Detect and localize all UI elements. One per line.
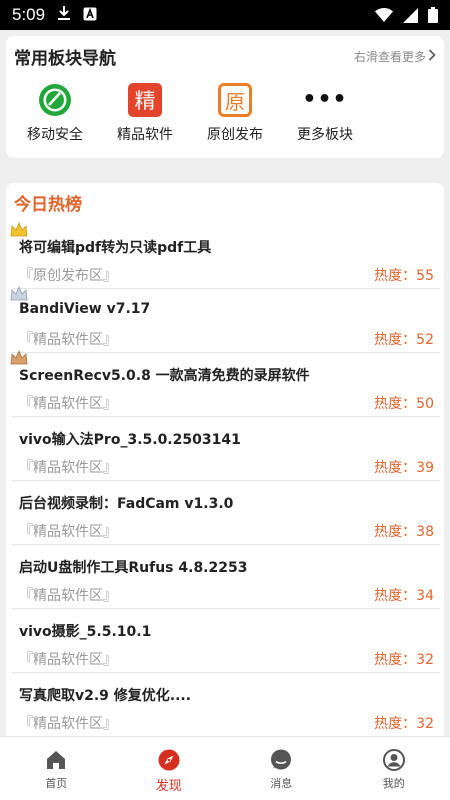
list-item-category: 『精品软件区』	[19, 396, 117, 412]
list-item-heat: 热度：50	[374, 396, 434, 412]
shield-icon	[37, 82, 73, 118]
status-time: 5:09	[12, 5, 46, 24]
more-dots-icon: •••	[302, 87, 348, 112]
wifi-icon	[375, 8, 393, 22]
jing-badge-icon-wrap: 精	[127, 82, 163, 118]
list-item-category: 『精品软件区』	[19, 716, 117, 732]
nav-title: 常用板块导航	[14, 48, 116, 69]
compass-icon	[158, 749, 180, 771]
tab-home[interactable]: 首页	[0, 737, 113, 800]
yuan-badge-icon: 原	[218, 83, 252, 117]
nav-item-premium-software[interactable]: 精 精品软件	[100, 82, 190, 144]
list-item-category: 『精品软件区』	[19, 332, 117, 348]
list-item[interactable]: 将可编辑pdf转为只读pdf工具 『原创发布区』 热度：55	[10, 221, 440, 289]
home-icon	[45, 749, 67, 771]
nav-item-label: 移动安全	[27, 127, 83, 143]
list-item-heat: 热度：38	[374, 524, 434, 540]
tab-label: 发现	[155, 779, 182, 794]
list-item-title: 将可编辑pdf转为只读pdf工具	[19, 240, 212, 256]
nav-items: 移动安全 精 精品软件 原 原创发布 ••• 更多板块	[6, 82, 444, 144]
list-item-title: vivo摄影_5.5.10.1	[19, 624, 152, 640]
swipe-more-label: 右滑查看更多	[353, 49, 426, 64]
section-nav-card: 常用板块导航 右滑查看更多 移动安全 精 精品软件 原 原创发布 ••• 更多板…	[6, 36, 444, 158]
signal-icon	[403, 7, 418, 23]
list-item-title: 写真爬取v2.9 修复优化....	[19, 688, 192, 704]
bronze-crown-icon	[10, 349, 28, 366]
nav-item-label: 精品软件	[117, 127, 173, 143]
more-dots-icon-wrap: •••	[302, 82, 346, 118]
list-item-heat: 热度：52	[374, 332, 434, 348]
list-item-category: 『精品软件区』	[19, 460, 117, 476]
yuan-badge-icon-wrap: 原	[217, 82, 253, 118]
nav-item-original-release[interactable]: 原 原创发布	[190, 82, 280, 144]
list-item[interactable]: vivo摄影_5.5.10.1 『精品软件区』 热度：32	[12, 609, 440, 673]
list-item-title: 启动U盘制作工具Rufus 4.8.2253	[19, 560, 248, 576]
chevron-right-icon	[428, 48, 436, 64]
list-item-heat: 热度：34	[374, 588, 434, 604]
list-item[interactable]: vivo输入法Pro_3.5.0.2503141 『精品软件区』 热度：39	[12, 417, 440, 481]
list-item-title: ScreenRecv5.0.8 一款高清免费的录屏软件	[19, 368, 310, 384]
nav-header: 常用板块导航 右滑查看更多	[6, 36, 444, 76]
bottom-nav: 首页 发现 消息 我的	[0, 736, 450, 800]
swipe-more-link[interactable]: 右滑查看更多	[354, 48, 436, 65]
list-item[interactable]: 后台视频录制：FadCam v1.3.0 『精品软件区』 热度：38	[12, 481, 440, 545]
gold-crown-icon	[10, 221, 28, 238]
tab-discover[interactable]: 发现	[113, 737, 226, 800]
chat-icon	[270, 749, 292, 771]
hot-list-card: 今日热榜 将可编辑pdf转为只读pdf工具 『原创发布区』 热度：55 Band…	[6, 183, 444, 743]
nav-item-mobile-security[interactable]: 移动安全	[10, 82, 100, 144]
jing-badge-icon: 精	[128, 83, 162, 117]
battery-icon	[428, 7, 438, 23]
download-icon	[57, 5, 71, 25]
list-item[interactable]: 写真爬取v2.9 修复优化.... 『精品软件区』 热度：32	[12, 673, 440, 737]
list-item-category: 『精品软件区』	[19, 524, 117, 540]
nav-item-label: 更多板块	[297, 127, 353, 143]
list-item[interactable]: ScreenRecv5.0.8 一款高清免费的录屏软件 『精品软件区』 热度：5…	[10, 349, 440, 417]
hot-list-title: 今日热榜	[14, 194, 82, 215]
nav-item-label: 原创发布	[207, 127, 263, 143]
status-bar: 5:09	[0, 0, 450, 30]
list-item-title: BandiView v7.17	[19, 301, 151, 317]
list-item-heat: 热度：55	[374, 268, 434, 284]
user-icon	[382, 749, 405, 771]
list-item-title: vivo输入法Pro_3.5.0.2503141	[19, 432, 241, 448]
list-item-heat: 热度：32	[374, 716, 434, 732]
tab-label: 我的	[382, 777, 405, 790]
list-item-heat: 热度：32	[374, 652, 434, 668]
tab-label: 消息	[270, 777, 293, 790]
list-item-category: 『精品软件区』	[19, 652, 117, 668]
list-item[interactable]: 启动U盘制作工具Rufus 4.8.2253 『精品软件区』 热度：34	[12, 545, 440, 609]
list-item-category: 『精品软件区』	[19, 588, 117, 604]
tab-profile[interactable]: 我的	[338, 737, 450, 800]
tab-messages[interactable]: 消息	[225, 737, 338, 800]
nav-item-more-sections[interactable]: ••• 更多板块	[280, 82, 370, 144]
list-item-category: 『原创发布区』	[19, 268, 117, 284]
app-notification-icon	[83, 6, 97, 25]
list-item-heat: 热度：39	[374, 460, 434, 476]
tab-label: 首页	[45, 777, 68, 790]
silver-crown-icon	[10, 285, 28, 302]
hot-list: 将可编辑pdf转为只读pdf工具 『原创发布区』 热度：55 BandiView…	[6, 221, 444, 737]
list-item-title: 后台视频录制：FadCam v1.3.0	[19, 496, 234, 512]
list-item[interactable]: BandiView v7.17 『精品软件区』 热度：52	[10, 285, 440, 353]
